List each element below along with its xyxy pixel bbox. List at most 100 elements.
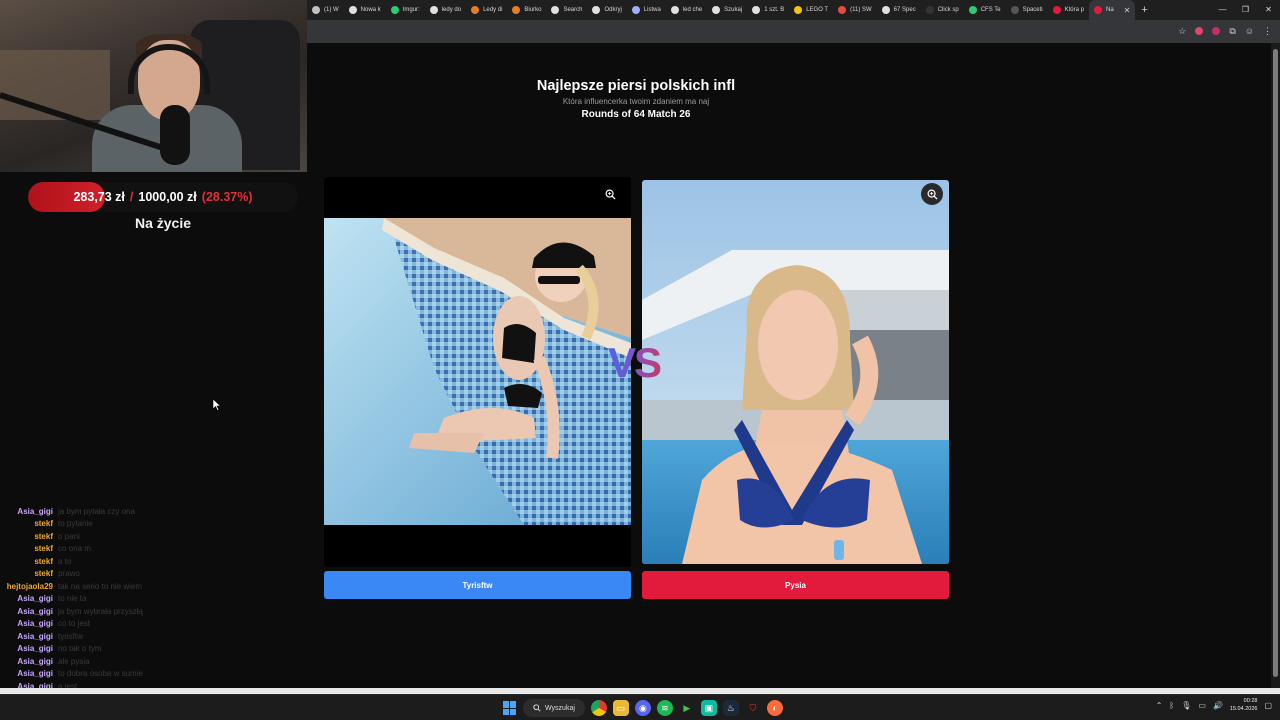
browser-tab[interactable]: Biurko (507, 0, 546, 20)
browser-tab-label: Search (563, 7, 583, 13)
goal-current: 283,73 zł (73, 190, 125, 204)
browser-tab-label: (1) W (324, 7, 339, 13)
chat-username: Asia_gigi (17, 506, 53, 516)
chat-message: stekf co ona m (0, 543, 240, 556)
browser-tab[interactable]: Spaceti (1006, 0, 1048, 20)
scrollbar-thumb[interactable] (1273, 49, 1278, 677)
chat-text: no tak o tym (58, 644, 102, 654)
volume-icon[interactable]: 🔊 (1213, 701, 1223, 710)
chat-text: prawo (58, 569, 80, 579)
browser-tab[interactable]: led che (666, 0, 707, 20)
tab-favicon-icon (670, 6, 679, 14)
chat-text: co to jest (58, 619, 91, 629)
close-window-button[interactable]: ✕ (1257, 0, 1280, 20)
tab-favicon-icon (312, 6, 320, 14)
file-explorer-icon[interactable]: ▭ (612, 700, 629, 716)
tab-favicon-icon (925, 6, 934, 14)
restore-button[interactable]: ❐ (1234, 0, 1257, 20)
chat-message: Asia_gigi ja bym wybrała przyszłą (0, 605, 240, 618)
browser-tab-label: Na (1106, 7, 1114, 13)
bookmark-star-icon[interactable]: ☆ (1178, 25, 1186, 37)
shield-icon[interactable]: ⛉ (744, 700, 761, 716)
browser-tab[interactable]: Click sp (921, 0, 964, 20)
tab-favicon-icon (512, 6, 521, 14)
firefox-icon[interactable]: ◐ (766, 700, 783, 716)
mouse-cursor-icon (213, 399, 221, 411)
zoom-button-left[interactable] (599, 183, 621, 205)
chat-username: Asia_gigi (17, 631, 53, 641)
chat-text: to nie ta (58, 594, 87, 604)
spotify-icon[interactable]: ≋ (656, 700, 673, 716)
taskbar-search[interactable]: Wyszukaj (523, 699, 585, 717)
clock[interactable]: 00:28 15.04.2026 (1230, 697, 1258, 713)
network-icon[interactable]: ▭ (1198, 701, 1206, 710)
chat-text: tak na serio to nie wiem (58, 581, 143, 591)
browser-tab[interactable]: (11) SW (833, 0, 877, 20)
browser-tab[interactable]: Która p (1048, 0, 1089, 20)
browser-tab[interactable]: 67 Spec (877, 0, 921, 20)
zoom-in-icon (605, 189, 616, 200)
browser-tab-label: 67 Spec (893, 7, 916, 13)
browser-tab[interactable]: 1 szt. B (747, 0, 789, 20)
browser-tab[interactable]: Listwa (627, 0, 666, 20)
browser-tab[interactable]: Szukaj (707, 0, 747, 20)
browser-tab-label: Spaceti (1022, 7, 1043, 13)
browser-tab[interactable]: Imgur: (386, 0, 425, 20)
microphone-icon[interactable]: 🎙 (1181, 701, 1191, 710)
windows-start-icon[interactable] (503, 701, 517, 715)
zoom-button-right[interactable] (921, 183, 943, 205)
chrome-icon[interactable] (590, 700, 607, 716)
app-icon[interactable]: ▣ (700, 700, 717, 716)
steam-icon[interactable]: ♨ (722, 700, 739, 716)
chat-text: ja bym wybrała przyszłą (58, 606, 143, 616)
chat-message: Asia_gigi ale pysia (0, 655, 240, 668)
profile-avatar[interactable]: ☺ (1245, 25, 1254, 37)
browser-tab-label: ledy do (441, 7, 462, 13)
notifications-icon[interactable]: ▢ (1264, 701, 1272, 710)
round-label: Rounds of 64 Match 26 (581, 109, 691, 120)
chat-message: Asia_gigi tyrisftw (0, 630, 240, 643)
tab-favicon-icon (1052, 6, 1061, 14)
tray-chevron-icon[interactable]: ⌃ (1156, 701, 1163, 710)
play-icon[interactable]: ▶ (678, 700, 695, 716)
chat-message: stekf a to (0, 555, 240, 568)
discord-icon[interactable]: ◉ (634, 700, 651, 716)
browser-tab-label: CFS Te (980, 7, 1001, 13)
contestant-card-right[interactable] (642, 180, 949, 564)
close-tab-icon[interactable]: ✕ (1124, 6, 1131, 15)
browser-tab[interactable]: Odkryj (587, 0, 626, 20)
minimize-button[interactable]: — (1211, 0, 1234, 20)
donation-goal-bar: 283,73 zł / 1000,00 zł (28.37%) (28, 182, 298, 212)
chat-text: o pani (58, 531, 80, 541)
browser-tab[interactable]: Nowa k (344, 0, 386, 20)
extension-icon[interactable] (1212, 27, 1221, 35)
browser-tab[interactable]: Search (546, 0, 587, 20)
browser-tab[interactable]: (1) W (307, 0, 344, 20)
contestant-photo-right[interactable] (642, 180, 949, 564)
bluetooth-icon[interactable]: ᛒ (1169, 701, 1174, 710)
page-header: Najlepsze piersi polskich infl Która inf… (307, 78, 965, 120)
browser-tab[interactable]: LEGO T (789, 0, 833, 20)
window-controls: — ❐ ✕ (1211, 0, 1280, 20)
new-tab-button[interactable]: + (1135, 4, 1153, 16)
extension-icon[interactable] (1195, 27, 1204, 35)
vote-button-left[interactable]: Tyrisftw (324, 571, 631, 599)
page-subtitle: Która influencerka twoim zdaniem ma naj (562, 97, 710, 106)
webcam-overlay (0, 0, 307, 172)
browser-tab[interactable]: Ledy di (466, 0, 507, 20)
chat-message: Asia_gigi to dobra osoba w sumie (0, 668, 240, 681)
browser-tab[interactable]: ledy do (425, 0, 466, 20)
contestant-photo-left[interactable] (324, 218, 631, 525)
browser-tab[interactable]: CFS Te (964, 0, 1006, 20)
extensions-puzzle-icon[interactable]: ⧉ (1229, 25, 1235, 37)
page-scrollbar[interactable] (1271, 43, 1280, 690)
contestant-card-left[interactable] (324, 177, 631, 567)
chat-text: to pytanie (58, 519, 93, 529)
vote-button-right[interactable]: Pysia (642, 571, 949, 599)
chat-username: Asia_gigi (17, 644, 53, 654)
windows-taskbar: Wyszukaj ▭ ◉ ≋ ▶ ▣ ♨ ⛉ ◐ ⌃ ᛒ 🎙 ▭ 🔊 00:28… (0, 694, 1280, 720)
menu-kebab-icon[interactable]: ⋮ (1263, 25, 1272, 37)
browser-tab[interactable]: Na ✕ (1089, 0, 1136, 20)
goal-percent: (28.37%) (201, 190, 253, 204)
browser-tab-label: Biurko (524, 7, 542, 13)
